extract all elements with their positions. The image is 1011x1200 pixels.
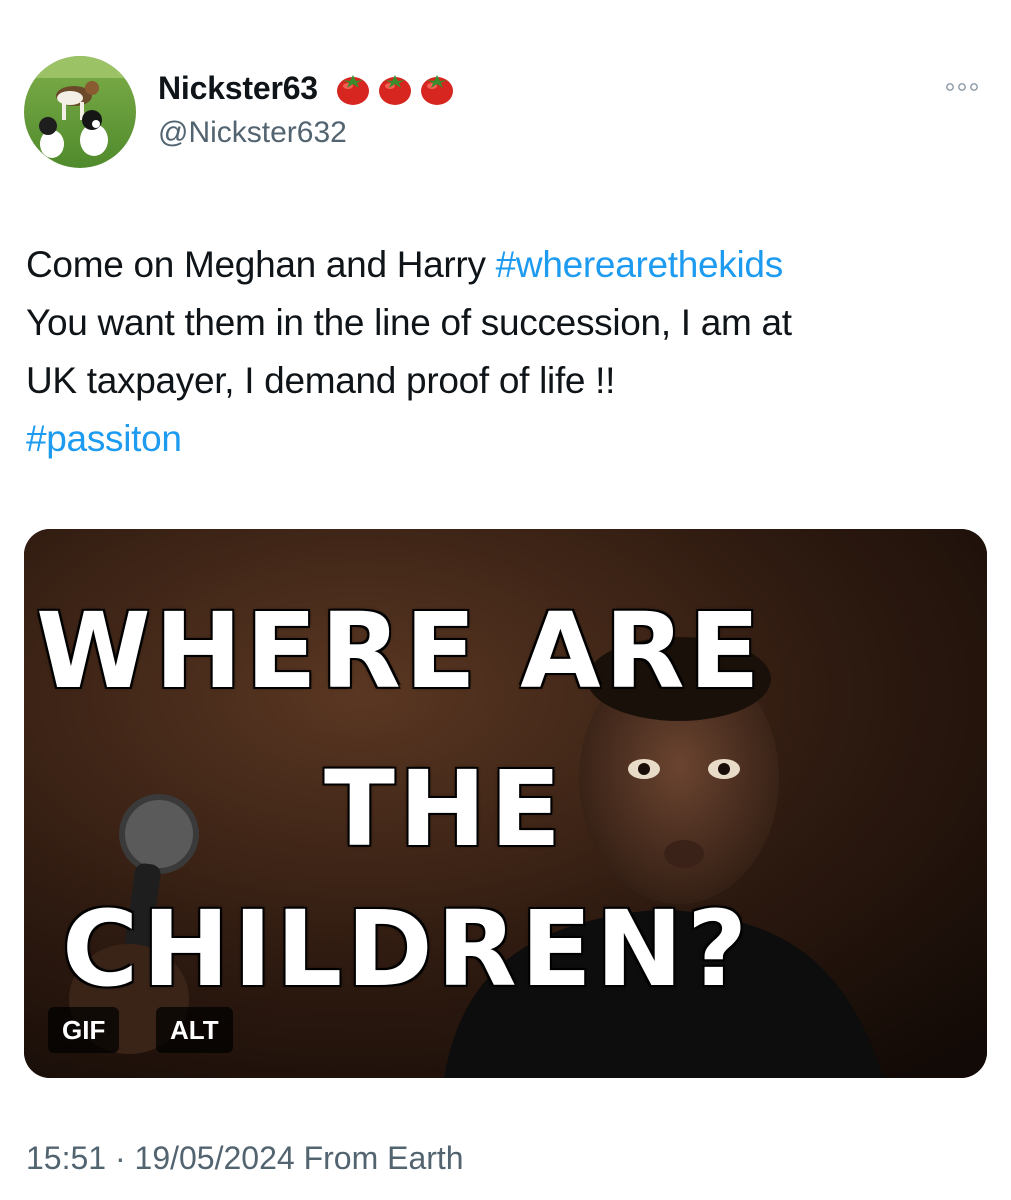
display-name[interactable]: Nickster63 xyxy=(158,70,318,107)
alt-text-badge[interactable]: ALT xyxy=(156,1007,233,1053)
more-button[interactable] xyxy=(940,72,984,102)
avatar[interactable] xyxy=(24,56,136,168)
tweet-line-2: You want them in the line of succession,… xyxy=(26,294,986,352)
gif-caption-line: CHILDREN? xyxy=(62,888,752,1010)
hashtag-link[interactable]: #wherearethekids xyxy=(496,244,784,285)
tomato-icon xyxy=(418,69,456,107)
user-handle[interactable]: @Nickster632 xyxy=(158,116,347,150)
tweet-line-1: Come on Meghan and Harry #wherearethekid… xyxy=(26,236,986,294)
tweet-date[interactable]: 19/05/2024 xyxy=(135,1140,295,1176)
profile-badges xyxy=(334,69,456,107)
hashtag-link[interactable]: #passiton xyxy=(26,418,182,459)
avatar-dogs-image xyxy=(24,56,136,168)
tweet-line-4: #passiton xyxy=(26,410,986,468)
tweet-text-segment: You want them in the line of succession,… xyxy=(26,302,792,343)
tomato-icon xyxy=(334,69,372,107)
tweet-text-segment: Come on Meghan and Harry xyxy=(26,244,496,285)
gif-media[interactable]: WHERE ARE THE CHILDREN? GIF ALT xyxy=(24,529,987,1078)
meta-separator: · xyxy=(114,1140,126,1176)
tweet-text: Come on Meghan and Harry #wherearethekid… xyxy=(26,236,986,468)
more-horizontal-icon xyxy=(946,83,978,91)
tweet-meta: 15:51 · 19/05/2024 From Earth xyxy=(26,1140,464,1177)
tweet-time[interactable]: 15:51 xyxy=(26,1140,106,1176)
tweet-source: From Earth xyxy=(303,1140,464,1176)
tweet-line-3: UK taxpayer, I demand proof of life !! xyxy=(26,352,986,410)
tomato-icon xyxy=(376,69,414,107)
author-row: Nickster63 xyxy=(158,66,456,110)
gif-badge[interactable]: GIF xyxy=(48,1007,120,1053)
gif-caption: WHERE ARE THE CHILDREN? xyxy=(24,529,987,1078)
tweet-text-segment: UK taxpayer, I demand proof of life !! xyxy=(26,360,616,401)
gif-caption-line: THE xyxy=(324,748,566,870)
gif-caption-line: WHERE ARE xyxy=(36,590,764,712)
